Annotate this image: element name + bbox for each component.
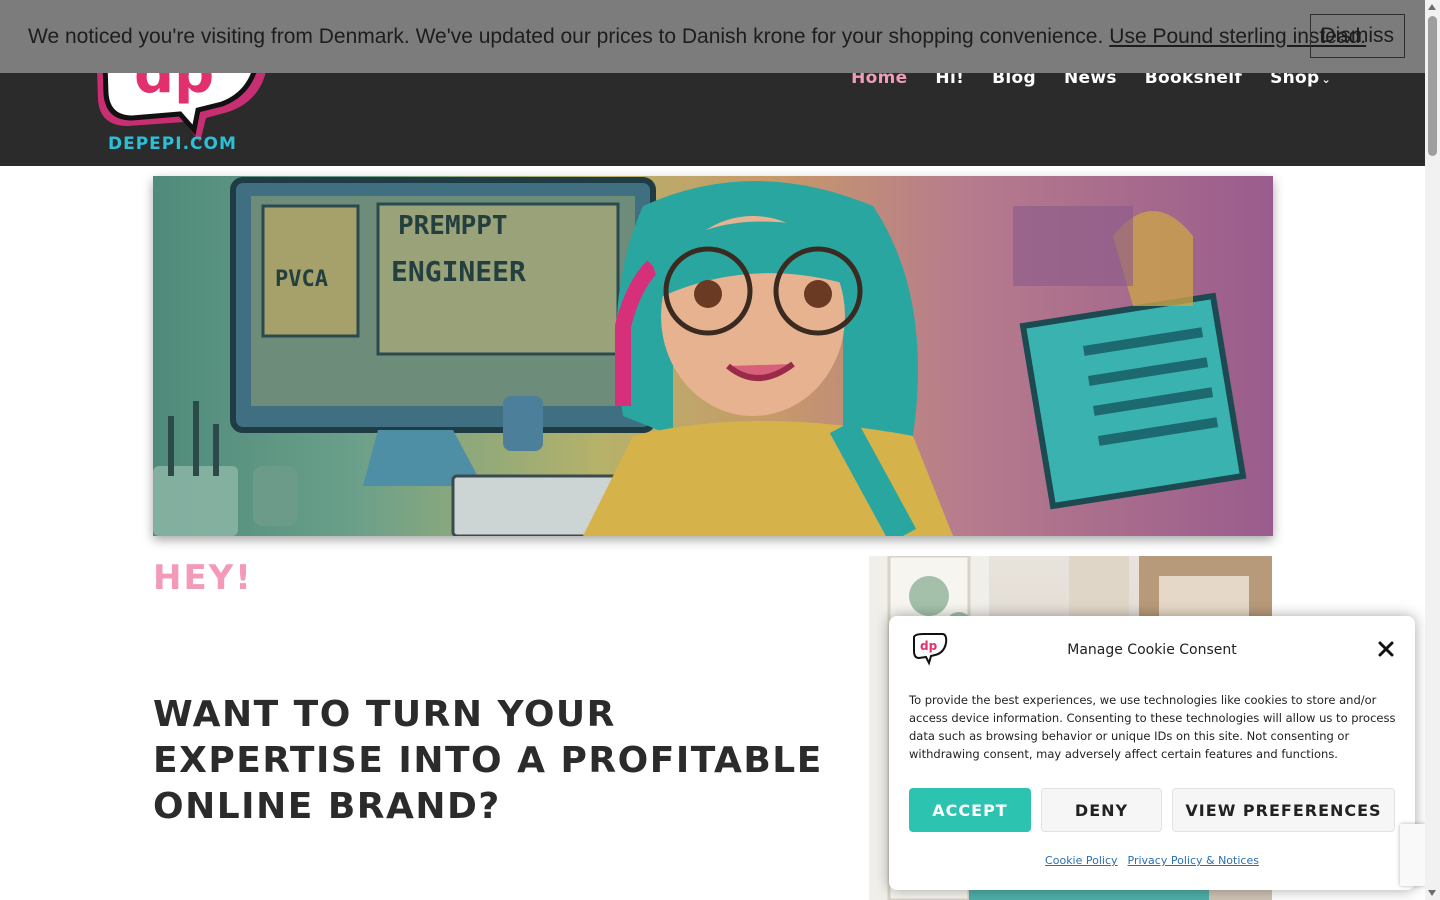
scroll-thumb[interactable] [1428,16,1437,156]
scroll-down-arrow-icon[interactable] [1428,890,1436,896]
cookie-body-text: To provide the best experiences, we use … [909,693,1396,761]
headline-line-3: ONLINE BRAND? [153,786,501,827]
hey-heading: HEY! [153,558,253,598]
scroll-up-arrow-icon[interactable] [1428,4,1436,10]
deny-button[interactable]: DENY [1041,788,1162,832]
hero-illustration-icon: PREMPPT ENGINEER PVCA [153,177,1247,536]
view-preferences-button[interactable]: VIEW PREFERENCES [1172,788,1395,832]
dismiss-button[interactable]: Dismiss [1309,14,1405,58]
recaptcha-badge[interactable] [1400,824,1425,886]
close-icon[interactable] [1377,640,1395,658]
accept-button[interactable]: ACCEPT [909,788,1031,832]
chevron-down-icon: ⌄ [1321,73,1331,86]
notice-text: We noticed you're visiting from Denmark.… [28,24,1104,48]
headline-line-2: EXPERTISE INTO A PROFITABLE [153,740,823,781]
cookie-consent-dialog: dp Manage Cookie Consent To provide the … [889,616,1415,890]
currency-notice-bar: We noticed you're visiting from Denmark.… [0,0,1425,73]
hero-image: PREMPPT ENGINEER PVCA [153,176,1273,536]
privacy-policy-link[interactable]: Privacy Policy & Notices [1128,854,1259,867]
cookie-links: Cookie Policy Privacy Policy & Notices [889,854,1415,867]
svg-text:PREMPPT: PREMPPT [398,211,508,241]
cookie-title: Manage Cookie Consent [1067,642,1237,658]
svg-text:PVCA: PVCA [275,267,328,292]
page-scrollbar[interactable] [1425,0,1440,900]
svg-text:ENGINEER: ENGINEER [391,255,526,288]
logo-text: DEPEPI.COM [108,134,237,154]
main-headline: WANT TO TURN YOUR EXPERTISE INTO A PROFI… [153,692,853,830]
headline-line-1: WANT TO TURN YOUR [153,694,616,735]
cookie-policy-link[interactable]: Cookie Policy [1045,854,1117,867]
